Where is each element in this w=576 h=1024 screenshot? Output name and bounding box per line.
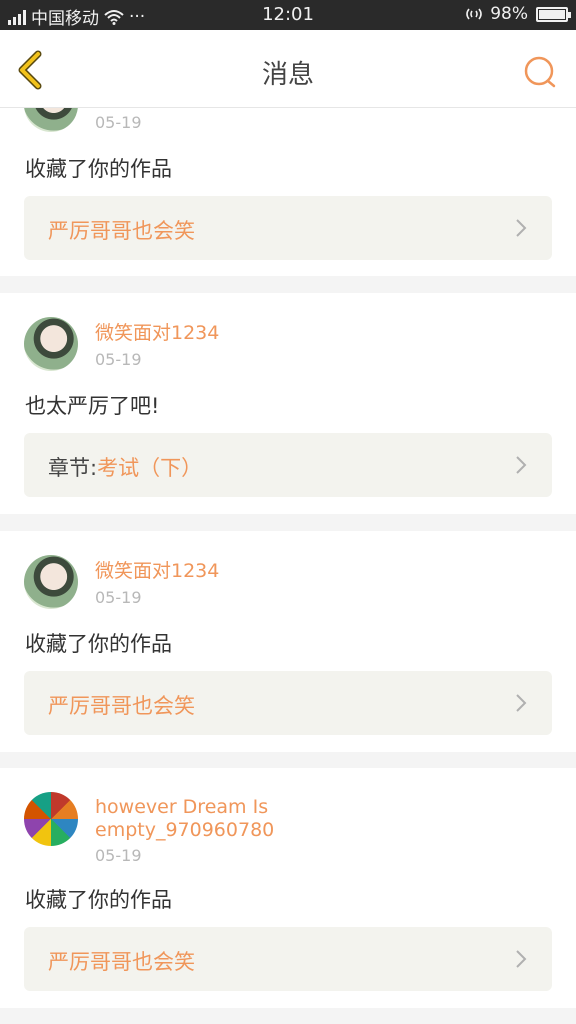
work-link[interactable]: 严厉哥哥也会笑 xyxy=(24,671,552,735)
message-date: 05-19 xyxy=(95,588,142,607)
status-bar: 中国移动 ··· 12:01 98% xyxy=(0,0,576,30)
message-date: 05-19 xyxy=(95,846,142,865)
message-text: 也太严厉了吧! xyxy=(25,394,160,418)
work-title: 严厉哥哥也会笑 xyxy=(48,219,195,243)
user-name[interactable]: however Dream Is empty_970960780 xyxy=(95,796,274,842)
avatar[interactable] xyxy=(24,792,78,846)
avatar[interactable] xyxy=(24,108,78,132)
message-date: 05-19 xyxy=(95,113,142,132)
chevron-right-icon xyxy=(516,456,527,474)
message-feed[interactable]: 05-19 收藏了你的作品 严厉哥哥也会笑 微笑面对1234 05-19 也太严… xyxy=(0,108,576,1024)
battery-percent: 98% xyxy=(490,4,528,24)
message-card: 微笑面对1234 05-19 也太严厉了吧! 章节:考试（下） xyxy=(0,293,576,514)
message-text: 收藏了你的作品 xyxy=(25,157,172,181)
work-link[interactable]: 严厉哥哥也会笑 xyxy=(24,196,552,260)
user-name[interactable]: 微笑面对1234 xyxy=(95,560,219,583)
chapter-link[interactable]: 章节:考试（下） xyxy=(24,433,552,497)
work-link[interactable]: 严厉哥哥也会笑 xyxy=(24,927,552,991)
status-right: 98% xyxy=(464,4,571,24)
search-icon[interactable] xyxy=(522,54,558,90)
message-text: 收藏了你的作品 xyxy=(25,632,172,656)
user-name-line: however Dream Is xyxy=(95,796,269,818)
chapter-title: 章节:考试（下） xyxy=(48,456,203,480)
nav-bar: 消息 xyxy=(0,30,576,108)
battery-icon xyxy=(536,6,571,22)
message-card: however Dream Is empty_970960780 05-19 收… xyxy=(0,768,576,1008)
chevron-right-icon xyxy=(516,950,527,968)
page-title: 消息 xyxy=(261,60,314,90)
user-name-line: empty_970960780 xyxy=(95,819,275,841)
nfc-icon xyxy=(466,8,482,20)
avatar[interactable] xyxy=(24,555,78,609)
work-title: 严厉哥哥也会笑 xyxy=(48,694,195,718)
chevron-right-icon xyxy=(516,219,527,237)
message-card: 05-19 收藏了你的作品 严厉哥哥也会笑 xyxy=(0,108,576,276)
work-title: 严厉哥哥也会笑 xyxy=(48,950,195,974)
message-text: 收藏了你的作品 xyxy=(25,888,172,912)
user-name[interactable]: 微笑面对1234 xyxy=(95,322,219,345)
message-date: 05-19 xyxy=(95,350,142,369)
message-card: 微笑面对1234 05-19 收藏了你的作品 严厉哥哥也会笑 xyxy=(0,531,576,752)
avatar[interactable] xyxy=(24,317,78,371)
chevron-right-icon xyxy=(516,694,527,712)
